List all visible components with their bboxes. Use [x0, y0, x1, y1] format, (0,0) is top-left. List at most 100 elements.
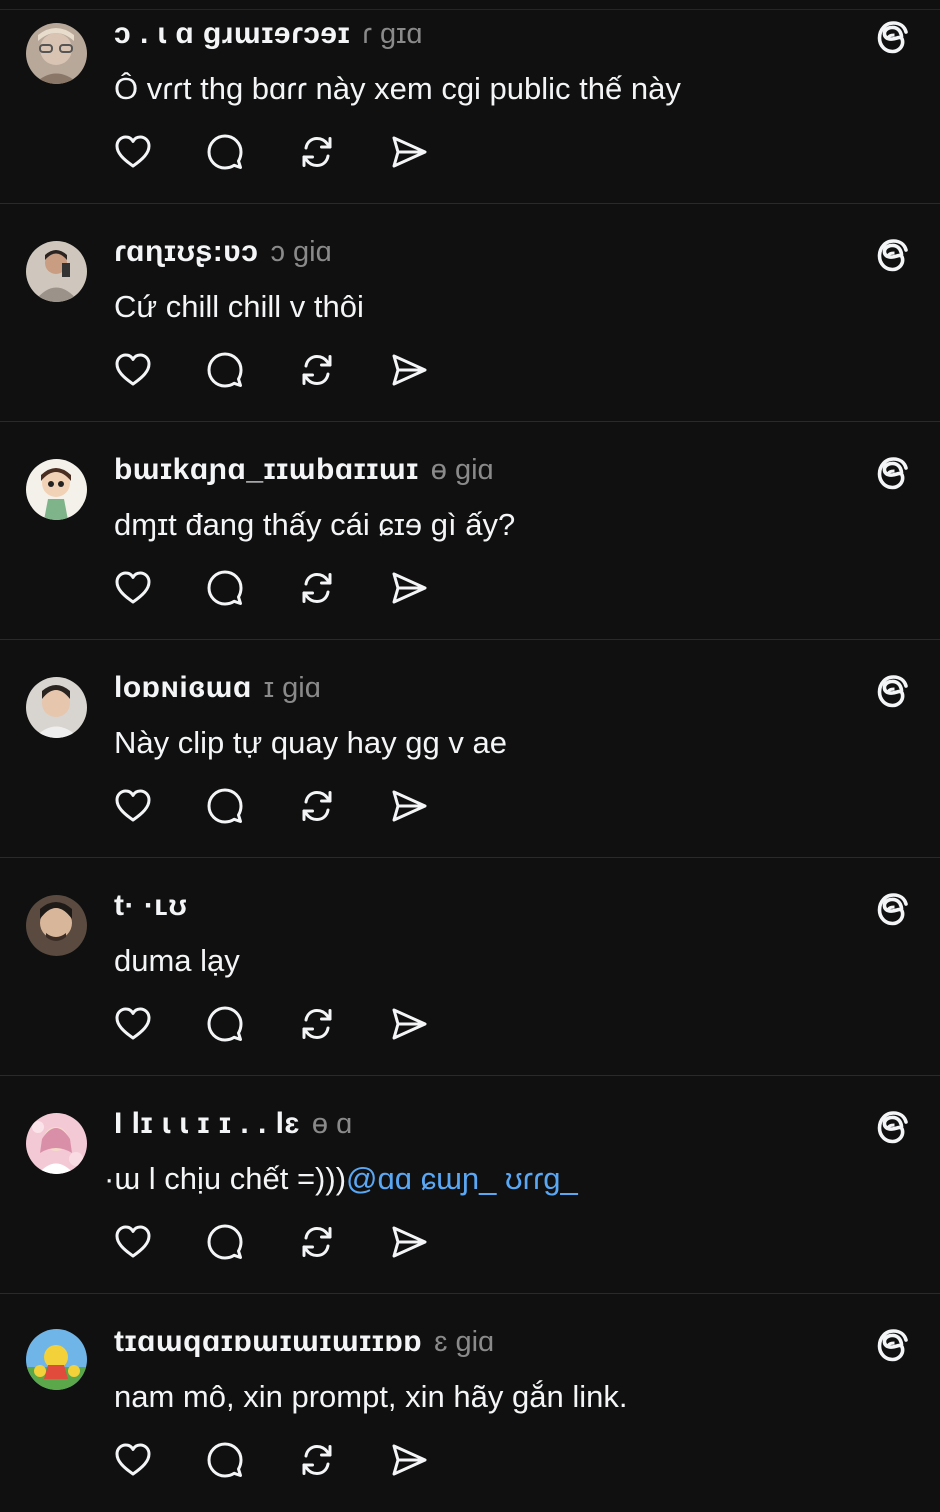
reply-post: I lɪ ɩ ɩ ɪ ɪ . . lɛ ɵ ɑ ·ɯ l chịu chết =…	[0, 1077, 940, 1294]
repost-icon	[302, 1008, 332, 1040]
reply-text-content: duma lạy	[114, 943, 240, 978]
reply-text-content: nam mô, xin prompt, xin hãy gắn link.	[114, 1379, 628, 1414]
post-time: ɔ giɑ	[270, 236, 332, 268]
share-button[interactable]	[389, 1222, 429, 1262]
username[interactable]: ɾɑɳɪʊʂ:ʋɔ	[114, 235, 258, 269]
like-button[interactable]	[113, 1222, 153, 1262]
heart-icon	[115, 1443, 151, 1476]
comment-button[interactable]	[205, 786, 245, 826]
threads-logo-icon[interactable]	[874, 18, 912, 58]
reply-text-content: ·ɯ l chịu chết =)))	[104, 1161, 347, 1196]
repost-button[interactable]	[297, 350, 337, 390]
threads-logo-icon[interactable]	[874, 890, 912, 930]
repost-button[interactable]	[297, 568, 337, 608]
threads-logo-icon[interactable]	[874, 454, 912, 494]
reply-text-content: Ô vɾɾt thg bɑɾɾ này xem cgi public thế n…	[114, 71, 681, 106]
like-button[interactable]	[113, 350, 153, 390]
share-icon	[392, 790, 427, 822]
share-button[interactable]	[389, 1440, 429, 1480]
avatar[interactable]	[26, 459, 87, 520]
avatar[interactable]	[26, 1113, 87, 1174]
reply-post: ɾɑɳɪʊʂ:ʋɔ ɔ giɑ Cứ chill chill v thôi	[0, 205, 940, 422]
repost-icon	[302, 136, 332, 168]
repost-button[interactable]	[297, 1004, 337, 1044]
share-icon	[392, 1008, 427, 1040]
threads-logo-icon[interactable]	[874, 1326, 912, 1366]
post-time: ɛ giɑ	[434, 1326, 495, 1358]
share-icon	[392, 136, 427, 168]
reply-text: ·ɯ l chịu chết =)))@ɑɑ ɕɯɲ_ ʊɾɾɡ_	[104, 1161, 578, 1197]
comment-icon	[207, 788, 243, 824]
action-bar	[113, 1004, 481, 1046]
repost-button[interactable]	[297, 132, 337, 172]
comment-button[interactable]	[205, 1440, 245, 1480]
heart-icon	[115, 571, 151, 604]
comment-icon	[207, 1442, 243, 1478]
comment-button[interactable]	[205, 350, 245, 390]
username[interactable]: loɒɴiɞɯɑ	[114, 671, 252, 705]
reply-post: tɪɑɯqɑɪɒɯɪɯɪɯɪɪɒɒ ɛ giɑ nam mô, xin prom…	[0, 1295, 940, 1512]
post-time: ɵ ɑ	[311, 1108, 353, 1140]
like-button[interactable]	[113, 132, 153, 172]
comment-button[interactable]	[205, 132, 245, 172]
heart-icon	[115, 353, 151, 386]
comment-icon	[207, 570, 243, 606]
share-button[interactable]	[389, 132, 429, 172]
repost-button[interactable]	[297, 786, 337, 826]
reply-text: Ô vɾɾt thg bɑɾɾ này xem cgi public thế n…	[114, 71, 681, 107]
like-button[interactable]	[113, 786, 153, 826]
action-bar	[113, 132, 481, 174]
comment-button[interactable]	[205, 1222, 245, 1262]
avatar[interactable]	[26, 1329, 87, 1390]
reply-text-content: dɱɪt đang thấy cái ɕɪɘ gì ấy?	[114, 507, 516, 542]
action-bar	[113, 568, 481, 610]
username[interactable]: ɔ . ɩ ɑ ɡɹɯɪɘɾɔɘɪ	[114, 17, 350, 51]
username[interactable]: bɯɪkɑɲɑ_ɪɪɯbɑɪɪɯɪ	[114, 453, 419, 487]
comment-icon	[207, 1006, 243, 1042]
like-button[interactable]	[113, 568, 153, 608]
like-button[interactable]	[113, 1440, 153, 1480]
post-time: ɾ ɡɪɑ	[362, 18, 423, 50]
reply-text: duma lạy	[114, 943, 240, 979]
comment-button[interactable]	[205, 1004, 245, 1044]
avatar[interactable]	[26, 895, 87, 956]
comment-icon	[207, 352, 243, 388]
share-button[interactable]	[389, 568, 429, 608]
like-button[interactable]	[113, 1004, 153, 1044]
comment-icon	[207, 134, 243, 170]
repost-icon	[302, 1226, 332, 1258]
repost-icon	[302, 572, 332, 604]
mention-link[interactable]: @ɑɑ ɕɯɲ_ ʊɾɾɡ_	[346, 1161, 578, 1196]
threads-logo-icon[interactable]	[874, 672, 912, 712]
share-icon	[392, 1226, 427, 1258]
username[interactable]: I lɪ ɩ ɩ ɪ ɪ . . lɛ	[114, 1107, 300, 1141]
heart-icon	[115, 1007, 151, 1040]
username[interactable]: t· ·ʟʊ	[114, 889, 188, 923]
username[interactable]: tɪɑɯqɑɪɒɯɪɯɪɯɪɪɒɒ	[114, 1325, 422, 1359]
share-button[interactable]	[389, 350, 429, 390]
reply-text: nam mô, xin prompt, xin hãy gắn link.	[114, 1379, 627, 1415]
reply-post: ɔ . ɩ ɑ ɡɹɯɪɘɾɔɘɪ ɾ ɡɪɑ Ô vɾɾt thg bɑɾɾ …	[0, 0, 940, 204]
share-button[interactable]	[389, 1004, 429, 1044]
post-time: ɪ giɑ	[263, 672, 321, 704]
reply-text-content: Này clip tự quay hay gg v ae	[114, 725, 507, 760]
post-header: I lɪ ɩ ɩ ɪ ɪ . . lɛ ɵ ɑ	[114, 1107, 352, 1147]
share-button[interactable]	[389, 786, 429, 826]
comment-button[interactable]	[205, 568, 245, 608]
reply-post: loɒɴiɞɯɑ ɪ giɑ Này clip tự quay hay gg v…	[0, 641, 940, 858]
avatar[interactable]	[26, 241, 87, 302]
threads-logo-icon[interactable]	[874, 1108, 912, 1148]
post-header: bɯɪkɑɲɑ_ɪɪɯbɑɪɪɯɪ ɵ giɑ	[114, 453, 494, 493]
threads-logo-icon[interactable]	[874, 236, 912, 276]
repost-button[interactable]	[297, 1440, 337, 1480]
avatar[interactable]	[26, 23, 87, 84]
reply-text-content: Cứ chill chill v thôi	[114, 289, 364, 324]
post-header: tɪɑɯqɑɪɒɯɪɯɪɯɪɪɒɒ ɛ giɑ	[114, 1325, 494, 1365]
reply-text: Cứ chill chill v thôi	[114, 289, 364, 325]
repost-button[interactable]	[297, 1222, 337, 1262]
post-time: ɵ giɑ	[430, 454, 494, 486]
avatar[interactable]	[26, 677, 87, 738]
share-icon	[392, 572, 427, 604]
heart-icon	[115, 135, 151, 168]
heart-icon	[115, 789, 151, 822]
